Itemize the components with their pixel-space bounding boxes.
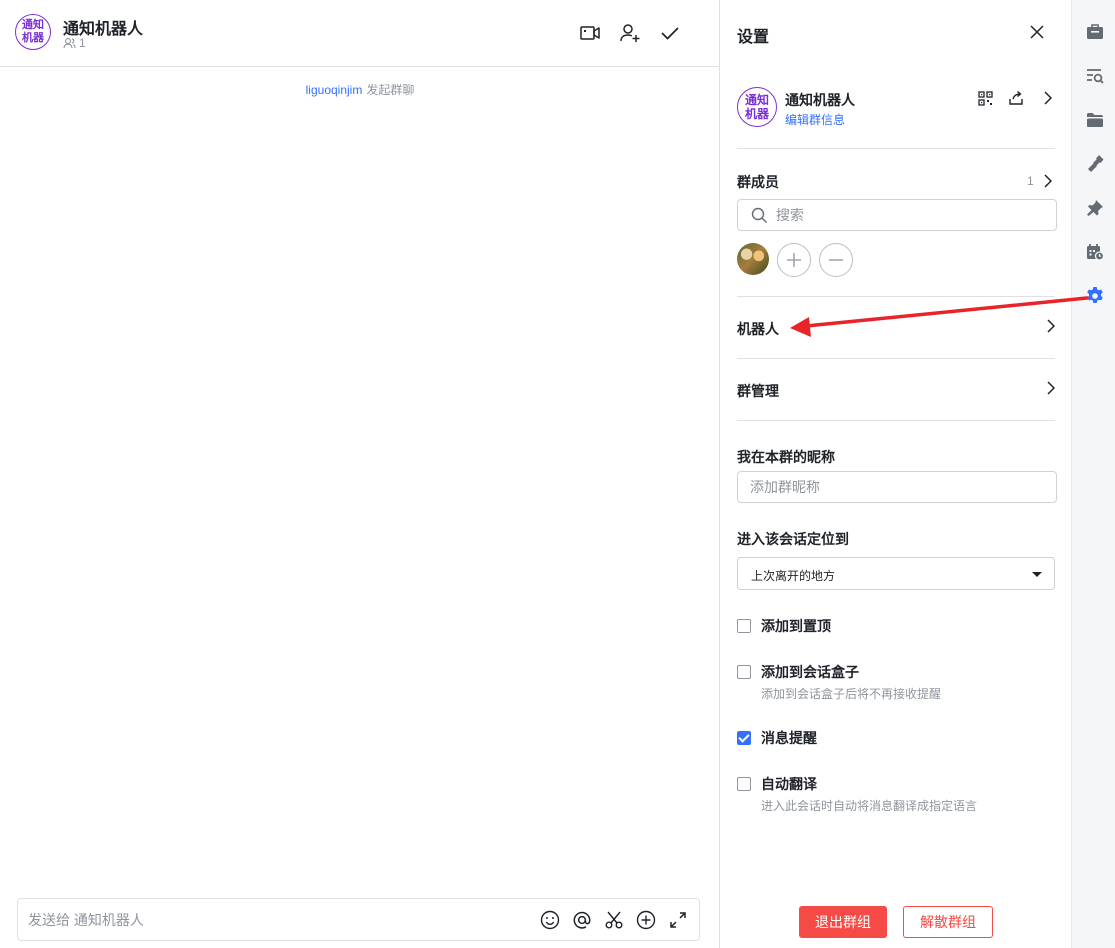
members-count: 1: [1027, 174, 1034, 188]
divider: [737, 296, 1055, 297]
rail-folder-button[interactable]: [1084, 109, 1106, 131]
locate-select[interactable]: 上次离开的地方: [737, 557, 1055, 590]
nickname-input[interactable]: [737, 471, 1057, 503]
message-input[interactable]: [28, 907, 528, 933]
locate-select-value: 上次离开的地方: [751, 569, 836, 583]
group-management-row[interactable]: 群管理: [737, 379, 1055, 401]
member-avatar[interactable]: [737, 243, 769, 275]
app-window: 通知 机器 通知机器人 1 liguoqinjim 发起群聊 发送给 通知机器人…: [0, 0, 1115, 948]
option-description: 添加到会话盒子后将不再接收提醒: [761, 687, 942, 701]
member-search-box: [737, 199, 1057, 231]
add-member-button[interactable]: [618, 21, 642, 45]
message-composer: [17, 898, 700, 941]
done-button[interactable]: [658, 21, 682, 45]
more-actions-button[interactable]: [635, 909, 657, 931]
bots-row[interactable]: 机器人: [737, 317, 1055, 339]
rail-pin-button[interactable]: [1084, 197, 1106, 219]
share-icon: [1009, 90, 1023, 105]
member-search-input[interactable]: [776, 205, 1046, 225]
check-icon: [661, 27, 679, 40]
gear-icon: [1087, 287, 1103, 303]
group-management-label: 群管理: [737, 383, 779, 399]
chevron-right-icon: [1047, 381, 1055, 395]
members-icon: [63, 38, 76, 49]
rail-briefcase-button[interactable]: [1084, 21, 1106, 43]
right-toolbar: [1071, 0, 1115, 948]
settings-panel: 设置 通知 机器 通知机器人 编辑群信息 群成员 1 搜索 机器人 群管理 我在…: [721, 0, 1071, 948]
system-message: liguoqinjim 发起群聊: [0, 81, 720, 98]
leave-group-button[interactable]: 退出群组: [799, 906, 887, 938]
plus-icon: [787, 253, 801, 267]
rail-settings-button[interactable]: [1084, 285, 1106, 307]
pin-icon: [1087, 200, 1103, 216]
chat-pane: 通知 机器 通知机器人 1 liguoqinjim 发起群聊: [0, 0, 720, 948]
rail-search-list-button[interactable]: [1084, 65, 1106, 87]
expand-icon: [670, 912, 686, 928]
calendar-icon: [1087, 244, 1104, 261]
emoji-icon: [540, 910, 560, 930]
disband-group-button[interactable]: 解散群组: [903, 906, 993, 938]
rail-tools-button[interactable]: [1084, 153, 1106, 175]
search-icon: [751, 207, 767, 223]
member-count[interactable]: 1: [63, 36, 86, 50]
minus-icon: [829, 259, 843, 261]
group-info-chevron[interactable]: [1037, 87, 1059, 109]
mention-button[interactable]: [571, 909, 593, 931]
system-message-action: 发起群聊: [366, 83, 415, 97]
option-label: 自动翻译: [761, 776, 817, 792]
option-label: 消息提醒: [761, 730, 817, 746]
screenshot-button[interactable]: [603, 909, 625, 931]
add-member-icon: [620, 24, 640, 42]
option-label: 添加到置顶: [761, 618, 831, 634]
qrcode-icon: [977, 90, 993, 106]
group-name: 通知机器人: [785, 92, 855, 108]
rail-calendar-button[interactable]: [1084, 241, 1106, 263]
auto-translate-checkbox[interactable]: [737, 777, 751, 791]
remove-member-circle-button[interactable]: [819, 243, 853, 277]
scissors-icon: [605, 911, 623, 929]
at-icon: [573, 911, 591, 929]
divider: [737, 358, 1055, 359]
bots-label: 机器人: [737, 321, 779, 337]
close-settings-button[interactable]: [1025, 20, 1049, 44]
chat-header: 通知 机器 通知机器人 1: [0, 0, 720, 67]
settings-title: 设置: [737, 29, 770, 46]
expand-composer-button[interactable]: [667, 909, 689, 931]
chat-avatar[interactable]: 通知 机器: [15, 14, 51, 50]
divider: [737, 148, 1055, 149]
chevron-right-icon: [1044, 91, 1052, 105]
emoji-button[interactable]: [539, 909, 561, 931]
wrench-icon: [1088, 155, 1104, 172]
briefcase-icon: [1087, 24, 1103, 39]
members-label: 群成员: [737, 174, 779, 190]
divider: [737, 420, 1055, 421]
member-count-value: 1: [79, 36, 86, 50]
group-avatar[interactable]: 通知 机器: [737, 87, 777, 127]
add-to-box-checkbox[interactable]: [737, 665, 751, 679]
folder-icon: [1087, 113, 1103, 127]
caret-down-icon: [1032, 572, 1042, 577]
members-chevron[interactable]: [1037, 170, 1059, 192]
option-description: 进入此会话时自动将消息翻译成指定语言: [761, 799, 978, 813]
pin-to-top-checkbox[interactable]: [737, 619, 751, 633]
chevron-right-icon: [1044, 174, 1052, 188]
video-icon: [580, 26, 600, 40]
system-message-user[interactable]: liguoqinjim: [306, 83, 363, 97]
close-icon: [1030, 25, 1044, 39]
add-member-circle-button[interactable]: [777, 243, 811, 277]
nickname-label: 我在本群的昵称: [737, 449, 835, 465]
group-qrcode-button[interactable]: [974, 87, 996, 109]
option-label: 添加到会话盒子: [761, 664, 859, 680]
edit-group-info-link[interactable]: 编辑群信息: [785, 111, 845, 128]
chevron-right-icon: [1047, 319, 1055, 333]
video-call-button[interactable]: [578, 21, 602, 45]
message-alert-checkbox[interactable]: [737, 731, 751, 745]
search-list-icon: [1087, 69, 1104, 84]
plus-circle-icon: [636, 910, 656, 930]
locate-label: 进入该会话定位到: [737, 531, 849, 547]
share-group-button[interactable]: [1005, 87, 1027, 109]
